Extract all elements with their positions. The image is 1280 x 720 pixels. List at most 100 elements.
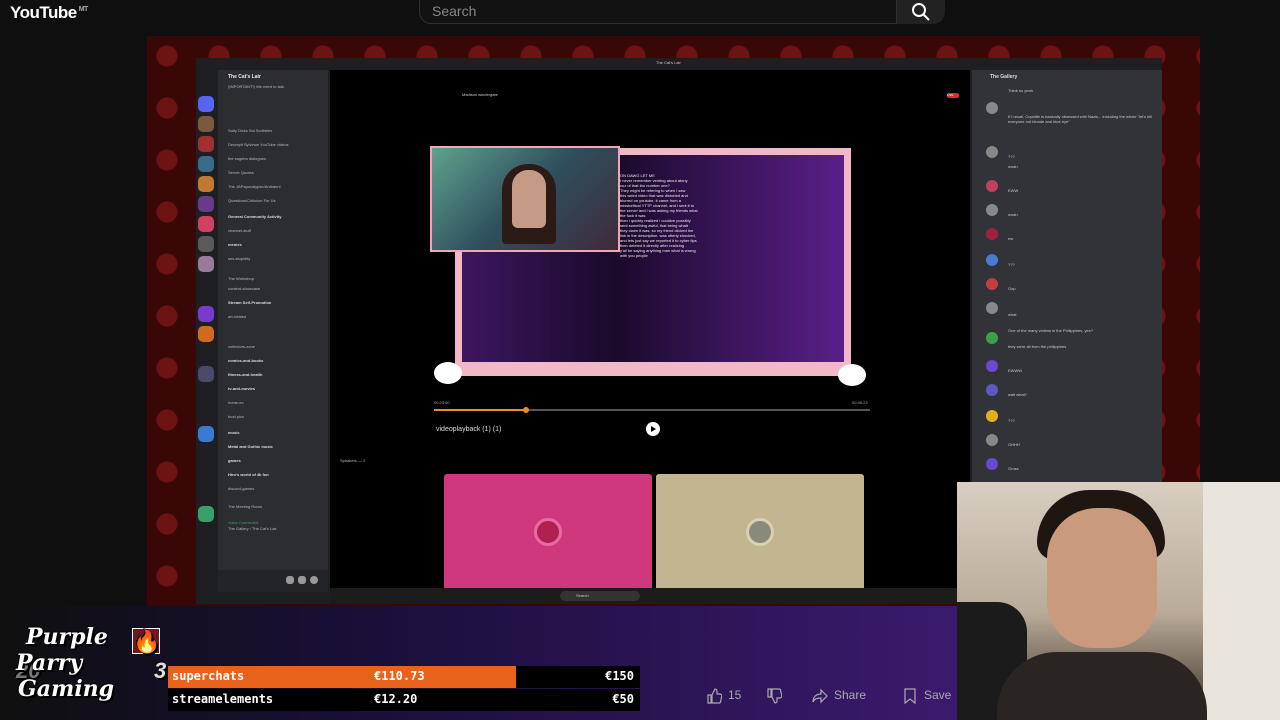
server-icon[interactable] bbox=[198, 96, 214, 112]
goal-target: €150 bbox=[605, 669, 634, 683]
gear-icon[interactable] bbox=[310, 576, 318, 584]
channel-item[interactable]: discord-games bbox=[228, 486, 254, 491]
channel-sidebar: The Cat's Lair (IMPORTANT!) We need to t… bbox=[218, 70, 328, 592]
progress-fill bbox=[434, 409, 526, 411]
stream-title: Madison windergate bbox=[462, 92, 498, 97]
channel-item[interactable]: music bbox=[228, 430, 240, 435]
youtube-topbar: YouTube MT Search bbox=[0, 0, 1280, 36]
chat-message: ew bbox=[1008, 236, 1014, 241]
channel-item[interactable]: Stream Self-Promotion bbox=[228, 300, 271, 305]
streamer-webcam bbox=[957, 482, 1280, 720]
channel-item[interactable]: the sagebo dialogues bbox=[228, 156, 266, 161]
chat-title: The Gallery bbox=[990, 74, 1018, 80]
channel-category[interactable]: General Community Activity bbox=[228, 214, 281, 219]
avatar bbox=[986, 204, 998, 216]
search-input[interactable]: Search bbox=[419, 0, 897, 24]
channel-item[interactable]: ses-stupidity bbox=[228, 256, 250, 261]
channel-item[interactable]: games bbox=[228, 458, 241, 463]
server-icon[interactable] bbox=[198, 136, 214, 152]
avatar bbox=[986, 332, 998, 344]
share-button[interactable]: Share bbox=[812, 688, 866, 710]
chat-message: Think so yeah bbox=[1008, 88, 1033, 93]
channel-item[interactable]: Questions/Criticism For Us bbox=[228, 198, 276, 203]
channel-item[interactable]: (IMPORTANT!) We need to talk. bbox=[228, 84, 285, 89]
channel-item[interactable]: memes bbox=[228, 242, 242, 247]
channel-item[interactable]: The JAPapocalypse/Antiranni bbox=[228, 184, 280, 189]
goal-label: streamelements bbox=[172, 692, 274, 706]
chat-message: ??? bbox=[1008, 262, 1015, 267]
channel-item[interactable]: comics-and-books bbox=[228, 358, 263, 363]
save-button[interactable]: Save bbox=[902, 688, 951, 710]
participant-tile[interactable] bbox=[444, 474, 652, 592]
search-icon bbox=[912, 3, 930, 21]
server-icon[interactable] bbox=[198, 306, 214, 322]
user-panel bbox=[218, 570, 328, 592]
progress-knob[interactable] bbox=[522, 407, 529, 413]
channel-item[interactable]: content-showcase bbox=[228, 286, 260, 291]
mic-icon[interactable] bbox=[286, 576, 294, 584]
server-icon[interactable] bbox=[198, 176, 214, 192]
channel-category[interactable]: The Meeting Room bbox=[228, 504, 262, 509]
server-icon[interactable] bbox=[198, 426, 214, 442]
webcam-background-shelf bbox=[1203, 482, 1280, 720]
server-icon[interactable] bbox=[198, 196, 214, 212]
server-name[interactable]: The Cat's Lair bbox=[228, 74, 261, 80]
server-icon[interactable] bbox=[198, 506, 214, 522]
channel-item[interactable]: Metal and Gothic music bbox=[228, 444, 273, 449]
channel-item[interactable]: food pics bbox=[228, 414, 244, 419]
channel-item[interactable]: Salty Dicks Sal Scribbles bbox=[228, 128, 272, 133]
channel-item[interactable]: channel-stuff bbox=[228, 228, 251, 233]
avatar bbox=[986, 254, 998, 266]
goal-target: €50 bbox=[612, 692, 634, 706]
voice-channel-name: The Gallery / The Cat's Lair bbox=[228, 526, 277, 531]
channel-item[interactable]: art-related bbox=[228, 314, 246, 319]
window-title: The Cat's Lair bbox=[656, 60, 681, 65]
goal-amount: €12.20 bbox=[374, 692, 418, 706]
participant-tile[interactable] bbox=[656, 474, 864, 592]
search-button[interactable] bbox=[897, 0, 945, 24]
server-icon[interactable] bbox=[198, 326, 214, 342]
facecam-face bbox=[512, 170, 546, 228]
server-icon[interactable] bbox=[198, 236, 214, 252]
play-button[interactable] bbox=[646, 422, 660, 436]
stage-area: Madison windergate LIVE ON DAWG LET ME I… bbox=[330, 70, 970, 604]
webcam-face bbox=[1047, 508, 1157, 648]
server-icon[interactable] bbox=[198, 216, 214, 232]
channel-item[interactable]: home-ec bbox=[228, 400, 244, 405]
channel-category[interactable]: The Workshop bbox=[228, 276, 254, 281]
time-total: 00:46:23 bbox=[852, 400, 868, 405]
dislike-button[interactable] bbox=[766, 688, 788, 710]
chat-message: Gross bbox=[1008, 466, 1019, 471]
server-icon[interactable] bbox=[198, 256, 214, 272]
server-icon[interactable] bbox=[198, 116, 214, 132]
search-placeholder: Search bbox=[432, 3, 477, 19]
avatar bbox=[986, 278, 998, 290]
channel-item[interactable]: tv-and-movies bbox=[228, 386, 255, 391]
channel-item[interactable]: Hiro's world of 4k fun bbox=[228, 472, 269, 477]
fire-badge-icon: 🔥 bbox=[132, 628, 161, 655]
avatar bbox=[534, 518, 562, 546]
channel-item[interactable]: Decrepit Sylvinoe YouTube videos bbox=[228, 142, 289, 147]
logo-underlay-number: 3 bbox=[154, 658, 167, 683]
server-icon[interactable] bbox=[198, 366, 214, 382]
video-progress-bar[interactable] bbox=[434, 407, 870, 413]
avatar bbox=[986, 410, 998, 422]
avatar bbox=[986, 102, 998, 114]
chat-message: ??? bbox=[1008, 418, 1015, 423]
channel-item[interactable]: fitness-and-health bbox=[228, 372, 262, 377]
avatar bbox=[986, 360, 998, 372]
taskbar-search[interactable]: Search bbox=[560, 591, 640, 601]
avatar bbox=[986, 146, 998, 158]
like-button[interactable]: 15 bbox=[706, 688, 741, 710]
channel-item[interactable]: collectors-zone bbox=[228, 344, 255, 349]
chat-message: EWWW bbox=[1008, 368, 1022, 373]
chat-message: OHHH bbox=[1008, 442, 1020, 447]
server-icon[interactable] bbox=[198, 156, 214, 172]
logo-line: Parry bbox=[16, 650, 83, 676]
headphones-icon[interactable] bbox=[298, 576, 306, 584]
chat-message: One of the many victims in the Philippin… bbox=[1008, 328, 1093, 333]
channel-item[interactable]: Server Quotes bbox=[228, 170, 254, 175]
hello-kitty-sticker bbox=[838, 364, 866, 386]
avatar bbox=[986, 434, 998, 446]
youtube-logo[interactable]: YouTube MT bbox=[10, 3, 88, 23]
